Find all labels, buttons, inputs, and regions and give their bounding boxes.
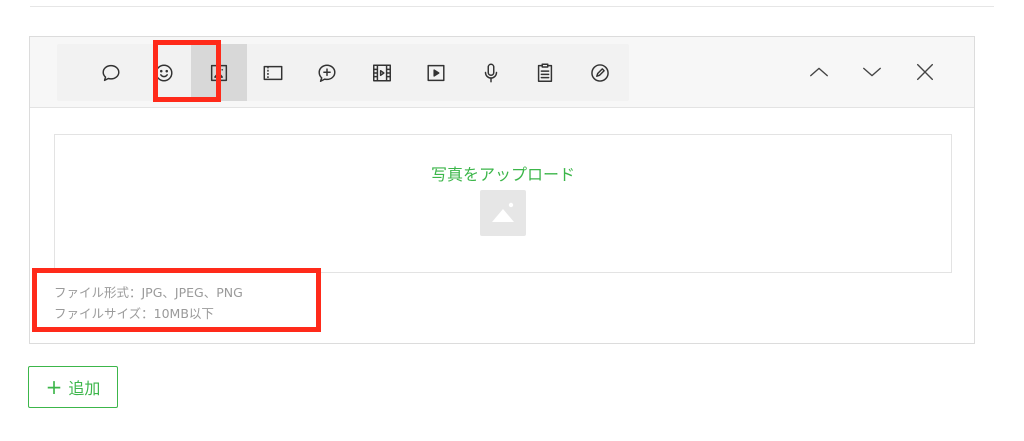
add-message-icon	[318, 64, 336, 82]
coupon-button[interactable]	[585, 58, 615, 88]
add-button-label: 追加	[68, 379, 101, 398]
film-icon	[373, 64, 391, 82]
play-video-icon	[427, 64, 445, 82]
image-message-button[interactable]	[191, 44, 247, 101]
photo-upload-area[interactable]: 写真をアップロード	[54, 134, 952, 273]
survey-button[interactable]	[530, 58, 560, 88]
plus-icon: +	[45, 375, 63, 399]
smiley-icon	[155, 64, 173, 82]
chevron-down-icon	[863, 67, 881, 77]
card-message-button[interactable]	[258, 58, 288, 88]
file-format-note: ファイル形式：JPG、JPEG、PNG	[54, 285, 243, 300]
sticker-button[interactable]	[149, 58, 179, 88]
message-type-group	[57, 44, 629, 101]
video-message-button[interactable]	[367, 58, 397, 88]
message-type-toolbar	[30, 37, 974, 108]
top-divider	[30, 6, 994, 7]
chevron-up-icon	[810, 67, 828, 77]
card-icon	[263, 65, 283, 81]
image-placeholder-icon	[480, 190, 526, 236]
add-button[interactable]: + 追加	[28, 366, 118, 408]
edit-pen-icon	[591, 64, 609, 82]
speech-bubble-icon	[102, 64, 120, 82]
microphone-icon	[484, 63, 498, 83]
delete-button[interactable]	[912, 59, 938, 85]
upload-photo-label[interactable]: 写真をアップロード	[55, 161, 951, 185]
close-icon	[916, 63, 934, 81]
clipboard-icon	[537, 63, 553, 82]
text-message-button[interactable]	[96, 58, 126, 88]
file-size-note: ファイルサイズ：10MB以下	[54, 306, 214, 321]
rich-video-button[interactable]	[421, 58, 451, 88]
move-down-button[interactable]	[859, 59, 885, 85]
move-up-button[interactable]	[806, 59, 832, 85]
image-icon	[210, 64, 228, 81]
rich-message-button[interactable]	[312, 58, 342, 88]
message-editor-panel: 写真をアップロード ファイル形式：JPG、JPEG、PNG ファイルサイズ：10…	[29, 36, 975, 344]
voice-message-button[interactable]	[476, 58, 506, 88]
